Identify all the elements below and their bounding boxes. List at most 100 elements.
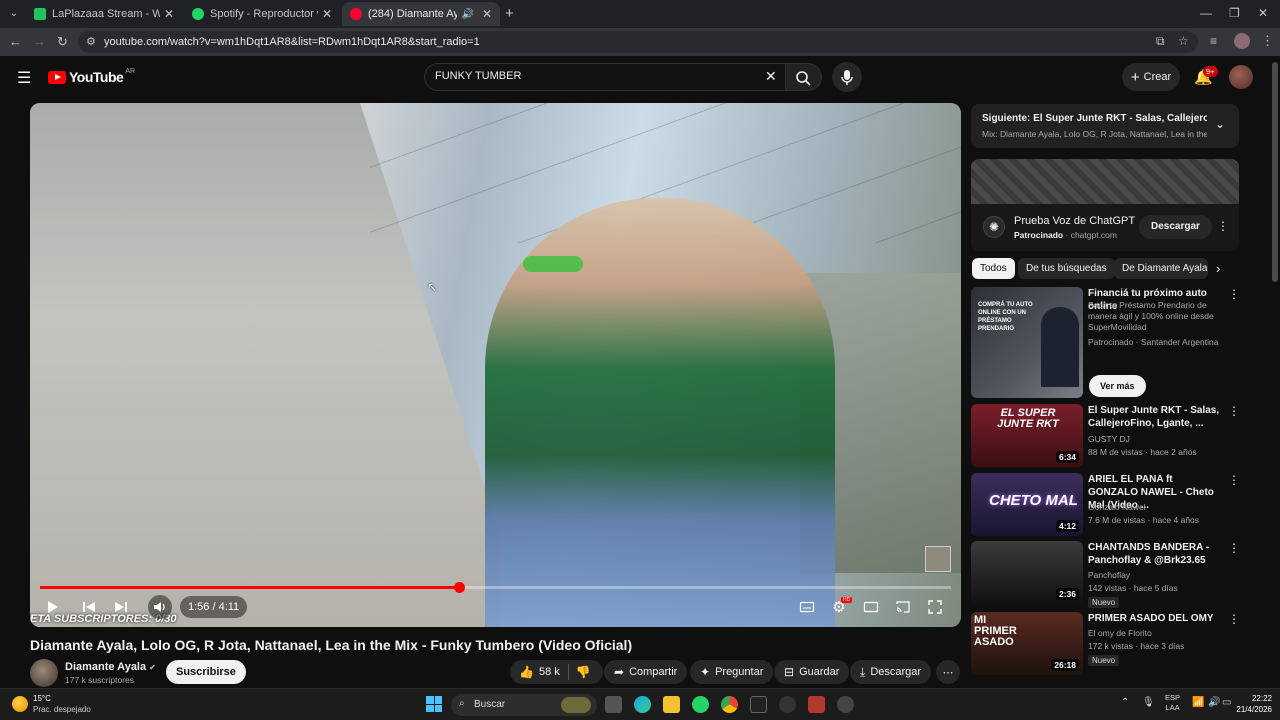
taskbar-search-box[interactable]: ⌕ Buscar [451,694,597,716]
volume-button[interactable] [148,595,172,619]
video-player[interactable]: ETA SUBSCRIPTORES: 0/30 1:56 / 4:11 ⚙ HD [30,103,961,627]
related-title[interactable]: PRIMER ASADO DEL OMY [1088,612,1224,625]
epic-games-icon[interactable] [750,696,767,713]
related-channel[interactable]: Panchoflay [1088,570,1228,581]
microphone-tray-icon[interactable]: 🎙 [1142,697,1155,708]
chips-next-icon[interactable]: › [1216,261,1220,276]
search-input[interactable]: FUNKY TUMBER ✕ [424,63,786,91]
related-thumbnail[interactable]: 2:36 [971,541,1083,604]
subtitles-button[interactable] [795,595,819,619]
like-icon[interactable]: 👍 [519,665,534,679]
media-player-icon[interactable] [779,696,796,713]
back-icon[interactable]: ← [9,34,22,49]
related-thumbnail[interactable]: CHETO MAL 4:12 [971,473,1083,536]
page-scrollbar[interactable] [1272,62,1278,282]
related-menu-icon[interactable]: ⋮ [1228,541,1240,555]
progress-scrubber-handle[interactable] [454,582,465,593]
battery-icon[interactable]: ▭ [1222,697,1231,708]
share-button[interactable]: ➦ Compartir [604,660,688,684]
bookmark-star-icon[interactable]: ☆ [1178,34,1189,48]
tab-search-icon[interactable]: ⌄ [6,6,22,22]
related-title[interactable]: El Super Junte RKT - Salas, CallejeroFin… [1088,404,1224,430]
save-button[interactable]: ⊟ Guardar [774,660,850,684]
subscribe-button[interactable]: Suscribirse [166,660,246,684]
ad-menu-icon[interactable]: ⋮ [1217,219,1229,233]
minimize-icon[interactable]: — [1200,6,1212,20]
related-menu-icon[interactable]: ⋮ [1228,287,1240,301]
account-avatar[interactable] [1229,65,1253,89]
wifi-icon[interactable]: 📶 [1192,697,1204,708]
file-explorer-icon[interactable] [663,696,680,713]
channel-watermark[interactable] [925,546,951,572]
volume-tray-icon[interactable]: 🔊 [1208,697,1220,708]
related-channel[interactable]: GUSTY DJ [1088,434,1228,445]
related-menu-icon[interactable]: ⋮ [1228,612,1240,626]
play-button[interactable] [40,595,64,619]
browser-menu-icon[interactable]: ⋮ [1261,33,1274,49]
related-thumbnail[interactable]: MI PRIMER ASADO 26:18 [971,612,1083,675]
fullscreen-button[interactable] [923,595,947,619]
sponsored-ad-card[interactable]: ✺ Prueba Voz de ChatGPT Patrocinado · ch… [971,159,1239,251]
whatsapp-icon[interactable] [692,696,709,713]
close-icon[interactable]: ✕ [482,7,492,21]
windows-start-icon[interactable] [426,696,442,712]
ad-download-button[interactable]: Descargar [1139,215,1212,239]
dislike-icon[interactable]: 👎 [576,665,591,679]
chrome-icon[interactable] [721,696,738,713]
reload-icon[interactable]: ↻ [57,34,68,50]
tray-chevron-icon[interactable]: ⌃ [1121,697,1129,708]
cast-button[interactable] [891,595,915,619]
related-channel[interactable]: El omy de Florito [1088,628,1228,639]
voice-search-button[interactable] [832,62,862,92]
clock[interactable]: 22:22 21/4/2026 [1232,693,1272,715]
related-thumbnail[interactable]: EL SUPER JUNTE RKT 6:34 [971,404,1083,467]
see-more-button[interactable]: Ver más [1089,375,1146,397]
more-actions-button[interactable]: ⋯ [936,660,960,684]
next-button[interactable] [109,595,133,619]
reading-list-icon[interactable]: ≡ [1210,34,1217,48]
like-count[interactable]: 58 k [539,666,560,678]
chip-from-searches[interactable]: De tus búsquedas [1018,258,1115,279]
install-icon[interactable]: ⧉ [1156,34,1165,49]
new-tab-button[interactable]: + [505,5,514,22]
related-thumbnail[interactable]: COMPRÁ TU AUTO ONLINE CON UN PRÉSTAMO PR… [971,287,1083,398]
related-menu-icon[interactable]: ⋮ [1228,404,1240,418]
youtube-logo[interactable]: YouTube AR [48,68,135,85]
settings-button[interactable]: ⚙ HD [827,595,853,619]
tab-laplazaaa[interactable]: LaPlazaaa Stream - Watch Live ✕ [26,2,182,26]
forward-icon[interactable]: → [33,34,46,49]
ask-button[interactable]: ✦ Preguntar [690,660,774,684]
tab-spotify[interactable]: Spotify - Reproductor web: mú ✕ [184,2,340,26]
close-icon[interactable]: ✕ [322,7,332,21]
create-button[interactable]: + Crear [1122,63,1180,91]
app-icon-2[interactable] [837,696,854,713]
language-indicator[interactable]: ESP LAA [1165,693,1180,713]
task-view-icon[interactable] [605,696,622,713]
chip-all[interactable]: Todos [972,258,1015,279]
previous-button[interactable] [77,595,101,619]
restore-icon[interactable]: ❐ [1229,6,1240,20]
site-info-icon[interactable]: ⚙ [86,35,96,48]
clear-search-icon[interactable]: ✕ [765,68,777,85]
related-menu-icon[interactable]: ⋮ [1228,473,1240,487]
speaker-icon[interactable]: 🔊 [461,9,473,20]
tab-youtube[interactable]: (284) Diamante Ayala, Lolo 🔊 ✕ [342,2,500,26]
related-title[interactable]: CHANTANDS BANDERA - Panchoflay & @Brk23.… [1088,541,1224,567]
search-button[interactable] [786,63,822,91]
chevron-down-icon[interactable]: ⌄ [1215,117,1225,131]
hamburger-menu-icon[interactable]: ☰ [17,68,31,88]
up-next-panel[interactable]: Siguiente: El Super Junte RKT - Salas, C… [971,104,1239,148]
url-field[interactable]: ⚙ youtube.com/watch?v=wm1hDqt1AR8&list=R… [78,31,1198,53]
channel-name-row[interactable]: Diamante Ayala ✔ [65,661,156,673]
chip-from-channel[interactable]: De Diamante Ayala [1114,258,1208,279]
app-icon[interactable] [808,696,825,713]
theater-mode-button[interactable] [859,595,883,619]
download-button[interactable]: ⤓ Descargar [850,660,932,684]
edge-icon[interactable] [634,696,651,713]
weather-icon[interactable] [12,696,28,712]
profile-avatar[interactable] [1234,33,1250,49]
window-close-icon[interactable]: ✕ [1258,6,1268,20]
close-icon[interactable]: ✕ [164,7,174,21]
channel-avatar[interactable] [30,659,58,687]
related-channel[interactable]: Gonzalo Nawel [1088,502,1228,513]
